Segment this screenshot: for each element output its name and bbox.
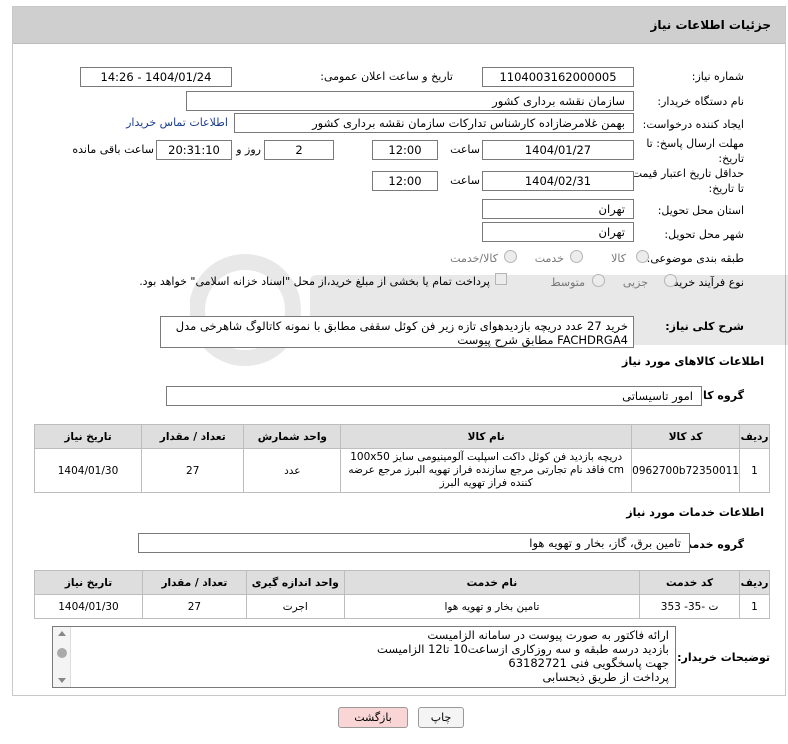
goods-cell-code: 0962700b72350011 <box>631 448 741 493</box>
services-col-name: نام خدمت <box>343 570 641 595</box>
days-field: 2 <box>264 140 334 160</box>
services-section-title: اطلاعات خدمات مورد نیاز <box>626 506 764 519</box>
goods-col-unit: واحد شمارش <box>243 424 342 449</box>
goods-col-index: ردیف <box>739 424 770 449</box>
description-textarea[interactable]: خرید 27 عدد دریچه بازدیدهوای تازه زیر فن… <box>160 316 634 348</box>
notes-scrollbar[interactable] <box>53 627 71 687</box>
deadline-date-field: 1404/01/27 <box>482 140 634 160</box>
buyer-notes-textarea[interactable]: ارائه فاکتور به صورت پیوست در سامانه الز… <box>52 626 676 688</box>
remaining-label: ساعت باقی مانده <box>72 143 154 156</box>
treasury-checkbox[interactable] <box>495 273 507 285</box>
panel-header: جزئیات اطلاعات نیاز <box>13 7 785 44</box>
category-option-goods: کالا <box>611 252 626 265</box>
validity-time-field: 12:00 <box>372 171 438 191</box>
goods-col-date: تاریخ نیاز <box>33 424 143 449</box>
goods-cell-qty: 27 <box>141 448 245 493</box>
process-option-medium: متوسط <box>550 276 585 289</box>
goods-col-name: نام کالا <box>340 424 633 449</box>
goods-cell-index: 1 <box>739 448 770 493</box>
services-col-index: ردیف <box>739 570 770 595</box>
deadline-label: مهلت ارسال پاسخ: تا تاریخ: <box>646 137 744 165</box>
province-label: استان محل تحویل: <box>657 204 744 217</box>
services-table: ردیف کد خدمت نام خدمت واحد اندازه گیری ت… <box>34 570 770 619</box>
goods-cell-name: دریچه بازدید فن کوئل داکت اسپلیت آلومینی… <box>340 448 633 493</box>
note-line: پرداخت از طریق ذیحسابی <box>542 670 669 684</box>
process-radio-minor[interactable] <box>664 274 677 287</box>
buyer-org-label: نام دستگاه خریدار: <box>657 95 744 108</box>
creator-field: بهمن غلامرضازاده کارشناس تدارکات سازمان … <box>234 113 634 133</box>
province-field: تهران <box>482 199 634 219</box>
description-text: خرید 27 عدد دریچه بازدیدهوای تازه زیر فن… <box>175 319 628 347</box>
validity-label: حداقل تاریخ اعتبار قیمت: تا تاریخ: <box>628 167 744 195</box>
process-option-minor: جزیی <box>622 276 648 289</box>
goods-group-field: امور تاسیساتی <box>166 386 702 406</box>
remaining-time-field: 20:31:10 <box>156 140 232 160</box>
description-label: شرح کلی نیاز: <box>665 320 744 333</box>
announce-datetime-field: 1404/01/24 - 14:26 <box>80 67 232 87</box>
note-line: ارائه فاکتور به صورت پیوست در سامانه الز… <box>427 628 669 642</box>
scroll-down-icon[interactable] <box>58 678 66 683</box>
category-option-service: خدمت <box>534 252 564 265</box>
buyer-org-field: سازمان نقشه برداری کشور <box>186 91 634 111</box>
category-radio-service[interactable] <box>570 250 583 263</box>
services-cell-qty: 27 <box>141 594 247 619</box>
days-label: روز و <box>236 143 261 156</box>
note-line: بازدید درسه طبقه و سه روزکاری ازساعت10 ت… <box>377 642 669 656</box>
goods-col-qty: تعداد / مقدار <box>141 424 245 449</box>
services-table-header: ردیف کد خدمت نام خدمت واحد اندازه گیری ت… <box>34 570 770 595</box>
category-radio-goods-service[interactable] <box>504 250 517 263</box>
deadline-time-field: 12:00 <box>372 140 438 160</box>
deadline-time-label: ساعت <box>450 143 480 156</box>
services-col-unit: واحد اندازه گیری <box>245 570 345 595</box>
goods-cell-unit: عدد <box>243 448 342 493</box>
category-label: طبقه بندی موضوعی: <box>646 252 744 265</box>
table-row: 1 0962700b72350011 دریچه بازدید فن کوئل … <box>33 448 770 493</box>
scroll-thumb[interactable] <box>57 648 67 658</box>
need-number-field: 1104003162000005 <box>482 67 634 87</box>
category-radio-goods[interactable] <box>636 250 649 263</box>
print-button[interactable]: چاپ <box>418 707 464 728</box>
goods-cell-date: 1404/01/30 <box>33 448 143 493</box>
validity-date-field: 1404/02/31 <box>482 171 634 191</box>
services-cell-unit: اجرت <box>245 594 345 619</box>
scroll-up-icon[interactable] <box>58 631 66 636</box>
services-group-field: تامین برق، گاز، بخار و تهویه هوا <box>138 533 690 553</box>
city-field: تهران <box>482 222 634 242</box>
category-option-goods-service: کالا/خدمت <box>450 252 498 265</box>
goods-section-title: اطلاعات کالاهای مورد نیاز <box>622 355 764 368</box>
buyer-notes-label: توضیحات خریدار: <box>677 651 770 664</box>
process-label: نوع فرآیند خرید : <box>666 276 744 289</box>
services-cell-index: 1 <box>739 594 770 619</box>
back-button[interactable]: بازگشت <box>338 707 408 728</box>
city-label: شهر محل تحویل: <box>664 228 744 241</box>
goods-table: ردیف کد کالا نام کالا واحد شمارش تعداد /… <box>33 424 770 493</box>
need-number-label: شماره نیاز: <box>691 70 744 83</box>
creator-label: ایجاد کننده درخواست: <box>642 118 744 131</box>
services-col-code: کد خدمت <box>639 570 741 595</box>
services-cell-date: 1404/01/30 <box>34 594 143 619</box>
validity-time-label: ساعت <box>450 174 480 187</box>
services-col-date: تاریخ نیاز <box>34 570 143 595</box>
panel-title: جزئیات اطلاعات نیاز <box>650 18 771 32</box>
table-row: 1 ت -35- 353 تامین بخار و تهویه هوا اجرت… <box>34 594 770 619</box>
services-col-qty: تعداد / مقدار <box>141 570 247 595</box>
treasury-note: پرداخت تمام یا بخشی از مبلغ خرید،از محل … <box>139 275 490 288</box>
goods-col-code: کد کالا <box>631 424 741 449</box>
services-cell-name: تامین بخار و تهویه هوا <box>343 594 641 619</box>
note-line: جهت پاسخگویی فنی 63182721 <box>508 656 669 670</box>
goods-table-header: ردیف کد کالا نام کالا واحد شمارش تعداد /… <box>33 424 770 449</box>
services-cell-code: ت -35- 353 <box>639 594 741 619</box>
process-radio-medium[interactable] <box>592 274 605 287</box>
buyer-contact-link[interactable]: اطلاعات تماس خریدار <box>126 116 228 129</box>
announce-label: تاریخ و ساعت اعلان عمومی: <box>320 70 453 83</box>
